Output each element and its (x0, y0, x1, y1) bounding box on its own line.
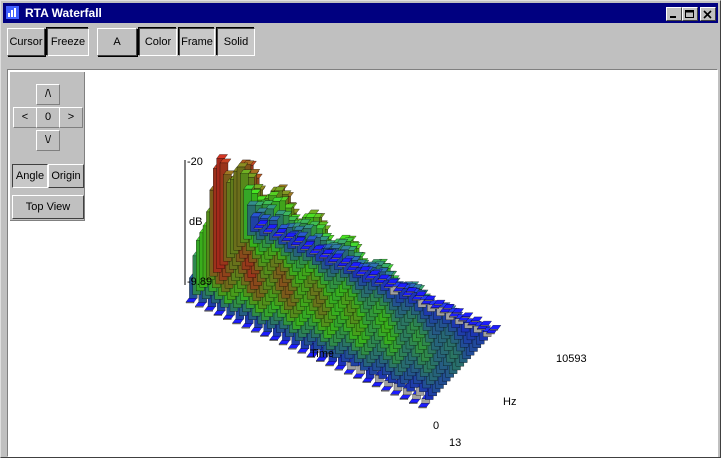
title-bar[interactable]: RTA Waterfall (3, 3, 718, 23)
minimize-button[interactable] (666, 7, 682, 21)
frame-button[interactable]: Frame (179, 28, 215, 56)
surface-cell-top (269, 335, 282, 340)
app-icon (6, 6, 19, 19)
waterfall-surface (185, 154, 502, 409)
z-axis-unit-label: dB (189, 216, 203, 228)
close-button[interactable] (700, 7, 716, 21)
freeze-button[interactable]: Freeze (47, 28, 89, 56)
surface-cell-top (185, 297, 198, 303)
color-button[interactable]: Color (139, 28, 177, 56)
surface-cell-top (353, 373, 365, 378)
surface-cell-front (402, 295, 411, 297)
surface-cell-top (278, 339, 291, 345)
toolbar: Cursor Freeze A Color Frame Solid (3, 25, 718, 61)
plot-area[interactable]: /\ < 0 > \/ Angle Origin Top View -20 dB… (7, 69, 718, 457)
surface-cell-top (260, 331, 272, 336)
surface-cell-top (325, 360, 337, 366)
surface-cell-front (461, 316, 471, 318)
maximize-button[interactable] (682, 7, 698, 21)
a-button[interactable]: A (97, 28, 137, 56)
time-zero-label: 0 (433, 420, 440, 432)
surface-cell-top (297, 348, 309, 353)
surface-cell-top (489, 325, 502, 330)
freq-axis-label: Hz (503, 396, 517, 408)
freq-max-label: 10593 (556, 353, 587, 365)
surface-cell-top (399, 394, 412, 399)
surface-cell-front (356, 274, 365, 276)
surface-cell-top (287, 344, 300, 349)
surface-cell-top (461, 312, 474, 317)
surface-cell-top (371, 381, 384, 387)
surface-cell-top (343, 369, 356, 374)
surface-cell-top (390, 390, 402, 395)
time-end-label: 13 (449, 437, 462, 449)
surface-cell-top (380, 386, 393, 391)
surface-cell-top (250, 327, 263, 332)
surface-cell-top (480, 320, 492, 326)
waterfall-plot (184, 154, 502, 409)
surface-cell-top (362, 377, 375, 382)
surface-cell-front (415, 295, 424, 297)
surface-cell-top (418, 402, 430, 408)
surface-cell-top (232, 318, 244, 324)
surface-cell-front (195, 306, 204, 308)
rta-waterfall-window: RTA Waterfall Cursor Freeze A Color Fram… (0, 0, 721, 458)
surface-cell-top (334, 365, 347, 370)
solid-button[interactable]: Solid (217, 28, 255, 56)
surface-cell-top (241, 323, 254, 328)
cursor-button[interactable]: Cursor (7, 28, 45, 56)
time-axis-label: Time (310, 348, 335, 360)
close-icon (703, 10, 712, 19)
surface-cell-top (408, 398, 421, 403)
z-axis-min-label: -9.89 (187, 276, 213, 288)
surface-cell-top (204, 306, 216, 311)
maximize-icon (685, 10, 694, 18)
surface-cell-front (449, 316, 458, 318)
surface-cell-front (368, 274, 378, 276)
surface-cell-top (470, 316, 483, 322)
surface-cell-top (222, 314, 235, 319)
z-axis-max-label: -20 (187, 156, 203, 168)
minimize-icon (670, 16, 676, 18)
surface-cell-top (195, 302, 207, 307)
window-title: RTA Waterfall (25, 6, 102, 20)
surface-cell-top (216, 154, 228, 159)
surface-cell-top (213, 310, 226, 315)
